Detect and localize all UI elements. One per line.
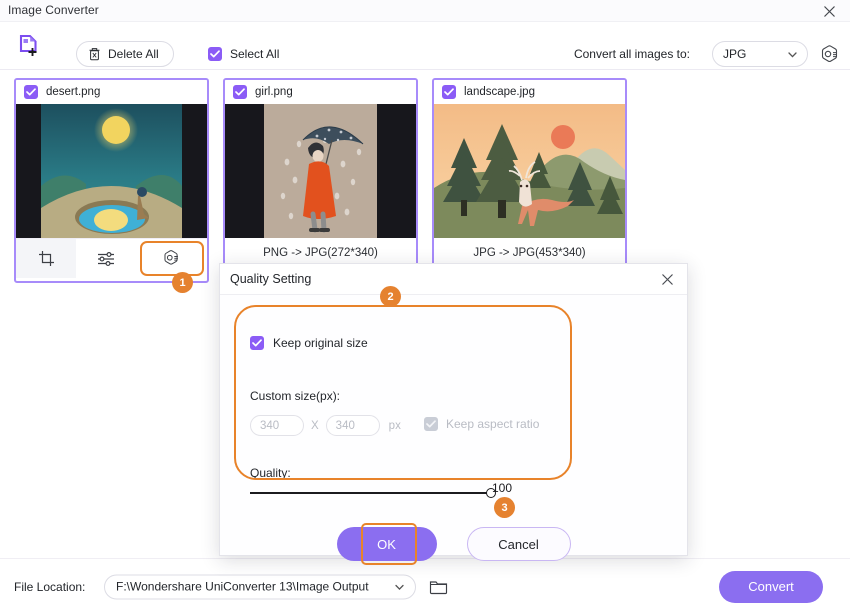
- crop-icon: [38, 251, 54, 266]
- step-badge-1: 1: [172, 272, 193, 293]
- landscape-artwork: [434, 104, 625, 238]
- step-badge-3: 3: [494, 497, 515, 518]
- add-file-icon: [19, 34, 37, 56]
- open-folder-button[interactable]: [427, 576, 449, 598]
- convert-button[interactable]: Convert: [719, 570, 823, 603]
- card-thumbnail-desert: [16, 104, 207, 238]
- card-header: desert.png: [16, 80, 207, 104]
- quality-label: Quality:: [250, 466, 291, 480]
- checkbox-box: [424, 417, 438, 431]
- settings-gear-icon: [821, 44, 837, 62]
- quality-setting-button[interactable]: [139, 241, 204, 276]
- quality-value: 100: [492, 481, 513, 495]
- keep-original-size-label: Keep original size: [273, 336, 368, 350]
- camera-quality-icon: [164, 250, 179, 265]
- adjust-button[interactable]: [76, 239, 136, 278]
- keep-aspect-ratio-label: Keep aspect ratio: [446, 417, 540, 431]
- card-filename: girl.png: [255, 86, 293, 98]
- image-card-landscape[interactable]: landscape.jpg JPG -> JPG(453*340): [432, 78, 627, 268]
- card-checkbox-girl[interactable]: [233, 85, 247, 99]
- check-icon: [426, 420, 436, 428]
- cancel-button[interactable]: Cancel: [466, 527, 571, 561]
- check-icon: [235, 88, 245, 96]
- trash-icon: [89, 48, 100, 61]
- step-badge-2: 2: [380, 286, 401, 307]
- dialog-title: Quality Setting: [230, 272, 312, 286]
- px-unit-label: px: [388, 419, 401, 432]
- card-filename: landscape.jpg: [464, 86, 535, 98]
- output-format-select[interactable]: JPG: [712, 41, 808, 67]
- dialog-body: Keep original size Custom size(px): 340 …: [220, 295, 687, 565]
- card-thumbnail-landscape: [434, 104, 625, 238]
- convert-all-images-to-label: Convert all images to:: [573, 47, 690, 61]
- file-location-value: F:\Wondershare UniConverter 13\Image Out…: [116, 579, 369, 594]
- card-checkbox-desert[interactable]: [24, 85, 38, 99]
- dialog-header: Quality Setting: [220, 264, 687, 295]
- slider-track: [250, 492, 493, 494]
- custom-size-row: 340 X 340 px: [250, 415, 401, 436]
- check-icon: [210, 50, 220, 58]
- chevron-down-icon: [788, 47, 797, 61]
- image-converter-window: Image Converter Delete All Select All Co…: [0, 0, 850, 614]
- quality-setting-dialog: Quality Setting Keep original size Custo…: [219, 263, 688, 565]
- image-card-list: desert.png girl.png PNG -> JPG(272*340) …: [0, 70, 850, 290]
- custom-size-label: Custom size(px):: [250, 389, 341, 403]
- select-all-label: Select All: [230, 47, 280, 61]
- cancel-button-label: Cancel: [498, 536, 539, 552]
- bottom-bar: File Location: F:\Wondershare UniConvert…: [0, 558, 850, 614]
- main-toolbar: Delete All Select All Convert all images…: [0, 22, 850, 70]
- checkbox-box: [208, 47, 222, 61]
- dialog-buttons: OK Cancel: [220, 523, 687, 565]
- width-input[interactable]: 340: [250, 415, 304, 436]
- check-icon: [26, 88, 36, 96]
- title-bar: Image Converter: [0, 0, 850, 22]
- check-icon: [444, 88, 454, 96]
- check-icon: [252, 339, 262, 347]
- card-filename: desert.png: [46, 86, 101, 98]
- height-input[interactable]: 340: [325, 415, 380, 436]
- convert-button-label: Convert: [748, 579, 794, 594]
- delete-all-label: Delete All: [108, 47, 159, 61]
- chevron-down-icon: [395, 580, 404, 594]
- ok-button-label: OK: [377, 536, 396, 552]
- delete-all-button[interactable]: Delete All: [76, 41, 174, 67]
- card-header: girl.png: [225, 80, 416, 104]
- window-title: Image Converter: [8, 3, 99, 17]
- card-thumbnail-girl: [225, 104, 416, 238]
- girl-artwork: [225, 104, 416, 238]
- folder-icon: [429, 581, 447, 595]
- keep-original-size-checkbox[interactable]: Keep original size: [250, 336, 368, 350]
- size-multiply-symbol: X: [311, 419, 319, 432]
- adjust-sliders-icon: [98, 251, 115, 266]
- card-header: landscape.jpg: [434, 80, 625, 104]
- desert-artwork: [16, 104, 207, 238]
- image-card-desert[interactable]: desert.png: [14, 78, 209, 283]
- file-location-label: File Location:: [14, 579, 86, 594]
- keep-aspect-ratio-checkbox[interactable]: Keep aspect ratio: [424, 417, 539, 431]
- output-settings-button[interactable]: [816, 41, 842, 67]
- output-format-value: JPG: [723, 47, 747, 61]
- crop-button[interactable]: [16, 239, 77, 278]
- card-checkbox-landscape[interactable]: [442, 85, 456, 99]
- add-file-button[interactable]: [14, 31, 46, 61]
- checkbox-box: [250, 336, 264, 350]
- close-icon: [661, 273, 673, 285]
- image-card-girl[interactable]: girl.png PNG -> JPG(272*340): [223, 78, 418, 268]
- window-close-button[interactable]: [816, 1, 842, 21]
- select-all-checkbox[interactable]: Select All: [208, 47, 279, 61]
- file-location-select[interactable]: F:\Wondershare UniConverter 13\Image Out…: [104, 574, 416, 599]
- dialog-close-button[interactable]: [656, 268, 678, 290]
- close-icon: [823, 5, 835, 17]
- ok-button[interactable]: OK: [336, 523, 437, 565]
